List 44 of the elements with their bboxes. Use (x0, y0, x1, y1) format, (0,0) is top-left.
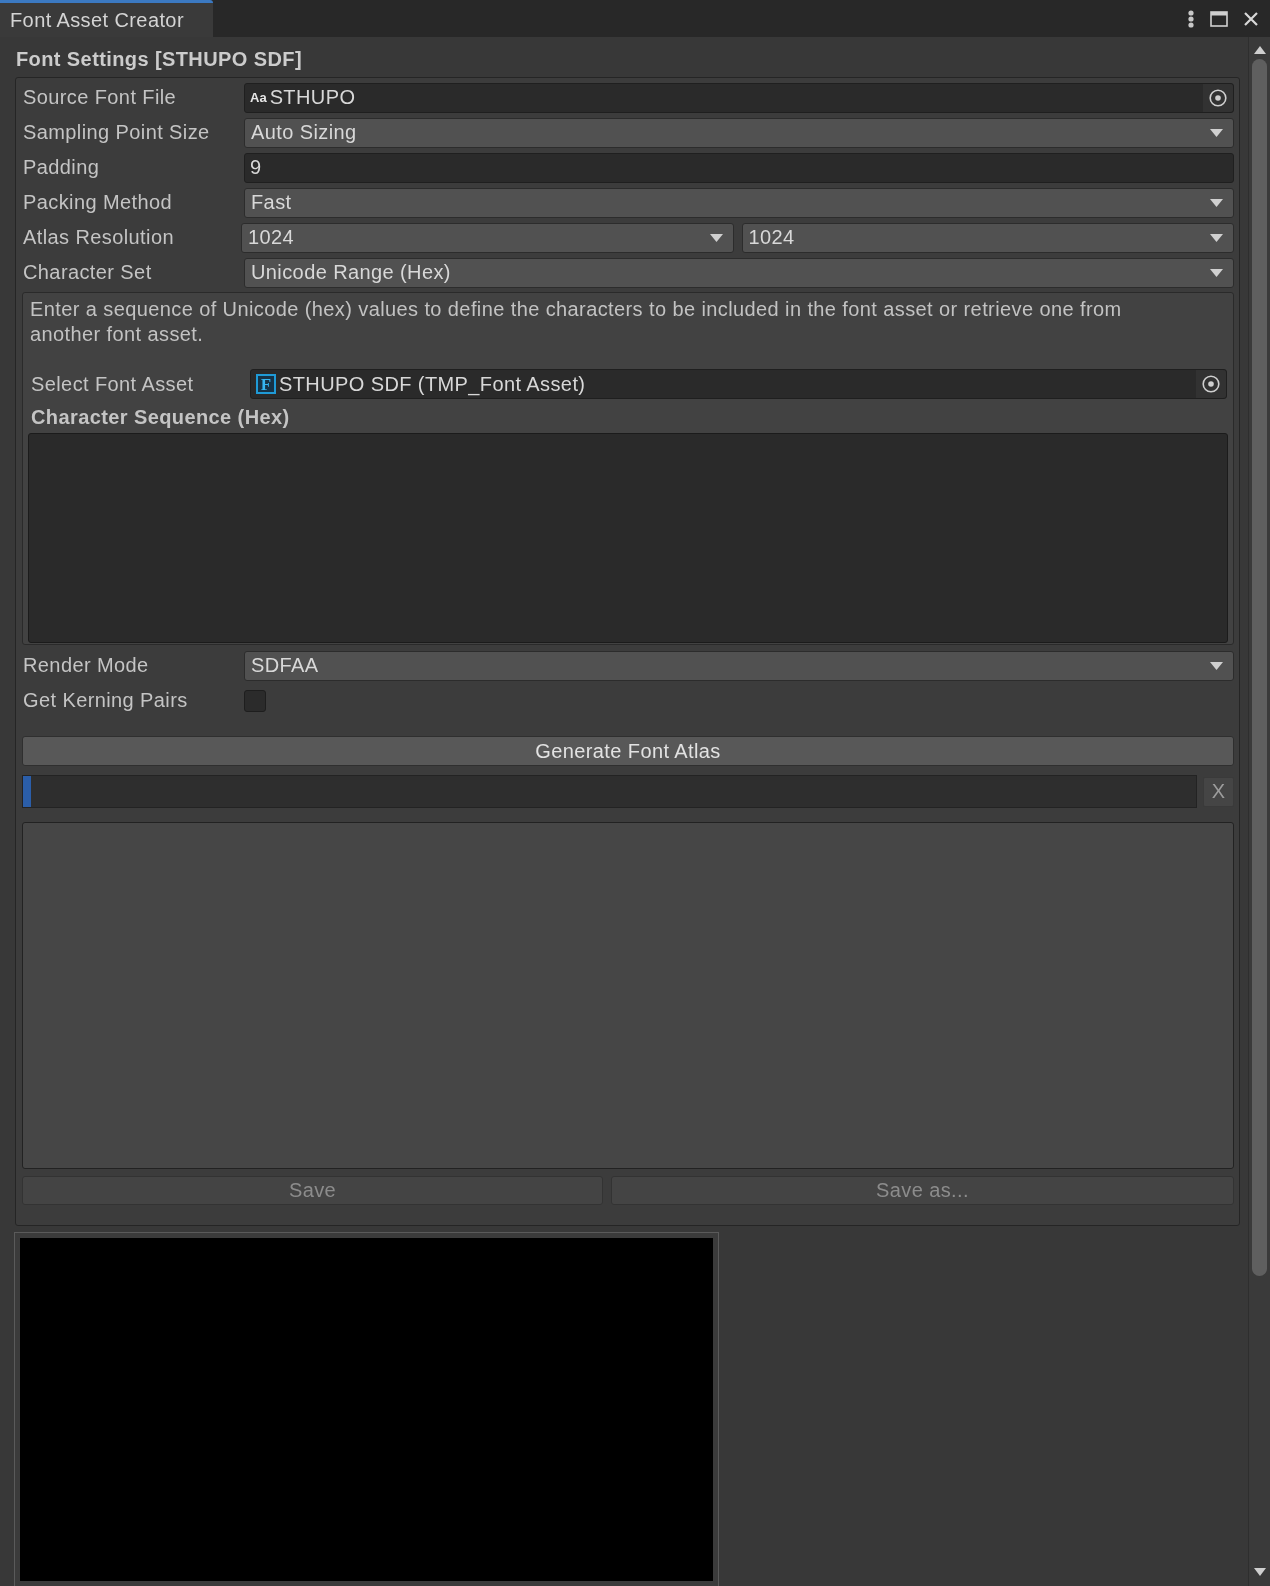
dropdown[interactable]: Auto Sizing (244, 117, 1234, 148)
more-options-icon[interactable] (1188, 9, 1194, 28)
object-picker-button[interactable] (1196, 370, 1226, 398)
field-label: Render Mode (22, 654, 150, 677)
field-label: Source Font File (22, 86, 178, 109)
sequence-label: Character Sequence (Hex) (30, 405, 291, 429)
help-text: Enter a sequence of Unicode (hex) values to define the characters to be included in the font asset or retrieve one from another font asset. (30, 297, 1123, 347)
field-label: Get Kerning Pairs (22, 689, 189, 712)
font-file-icon: Aa (250, 91, 267, 104)
field-label: Packing Method (22, 191, 174, 214)
window-tab[interactable]: Font Asset Creator (0, 0, 213, 37)
dropdown[interactable]: Unicode Range (Hex) (244, 257, 1234, 288)
caret-down-icon (709, 233, 723, 242)
checkbox[interactable] (244, 689, 266, 712)
object-picker-button[interactable] (1203, 83, 1233, 112)
dropdown[interactable]: 1024 (741, 222, 1234, 253)
caret-down-icon (1210, 233, 1223, 242)
section-title: Font Settings [STHUPO SDF] (16, 48, 302, 71)
target-icon (1209, 88, 1227, 107)
caret-down-icon (1210, 128, 1223, 137)
field-label: Sampling Point Size (22, 121, 211, 144)
field-label: Select Font Asset (30, 372, 195, 396)
field-label: Padding (22, 156, 101, 179)
maximize-icon[interactable] (1210, 10, 1228, 27)
target-icon (1202, 375, 1220, 393)
number-field[interactable]: 9 (244, 152, 1234, 183)
cancel-button[interactable]: X (1203, 776, 1234, 807)
object-field[interactable]: F STHUPO SDF (TMP_Font Asset) (250, 369, 1227, 399)
scroll-up-icon[interactable] (1253, 46, 1266, 54)
font-asset-icon: F (256, 374, 276, 394)
close-icon[interactable] (1244, 11, 1258, 26)
scroll-down-icon[interactable] (1253, 1568, 1266, 1576)
dropdown[interactable]: Fast (244, 187, 1234, 218)
scrollbar-thumb[interactable] (1252, 59, 1267, 1276)
caret-down-icon (1210, 198, 1223, 207)
object-field[interactable]: Aa STHUPO (244, 82, 1234, 113)
generate-button[interactable]: Generate Font Atlas (22, 736, 1234, 766)
field-label: Character Set (22, 261, 153, 284)
dropdown[interactable]: 1024 (241, 222, 734, 253)
dropdown[interactable]: SDFAA (244, 650, 1234, 681)
caret-down-icon (1210, 661, 1223, 670)
text-area-field[interactable] (28, 433, 1228, 643)
caret-down-icon (1210, 268, 1223, 277)
field-label: Atlas Resolution (22, 226, 175, 249)
